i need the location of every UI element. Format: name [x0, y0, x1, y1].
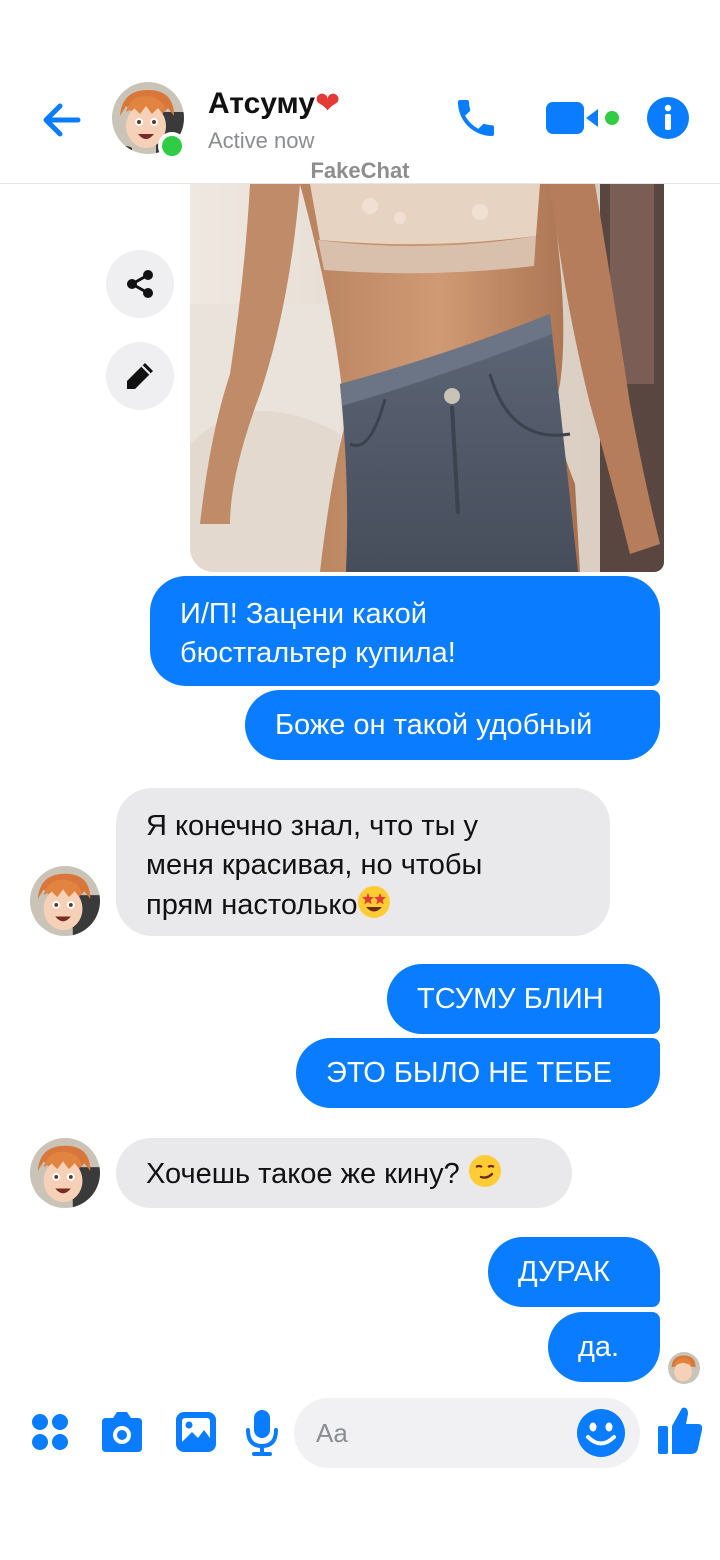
info-icon[interactable] [646, 96, 690, 140]
contact-avatar-small[interactable] [30, 1138, 100, 1208]
message-text-line: прям настолько [146, 889, 358, 921]
message-text: Боже он такой удобный [275, 709, 593, 741]
edit-button[interactable] [106, 342, 174, 410]
heart-emoji: ❤ [315, 87, 341, 120]
camera-icon[interactable] [98, 1410, 146, 1454]
outgoing-message[interactable]: ЭТО БЫЛО НЕ ТЕБЕ [296, 1038, 660, 1108]
smirk-emoji-icon [468, 1155, 501, 1187]
presence-status: Active now [208, 128, 315, 153]
photo-message[interactable] [190, 184, 664, 572]
watermark: FakeChat [310, 158, 410, 183]
mic-icon[interactable] [244, 1408, 280, 1456]
message-input[interactable] [316, 1398, 566, 1468]
phone-icon[interactable] [452, 94, 500, 142]
video-call-icon[interactable] [544, 100, 624, 136]
contact-avatar-small[interactable] [30, 866, 100, 936]
message-input-container[interactable] [294, 1398, 640, 1468]
share-icon [127, 270, 153, 298]
message-text: Хочешь такое же кину? [146, 1158, 468, 1190]
message-text: ТСУМУ БЛИН [417, 983, 604, 1015]
seen-receipt-avatar [668, 1352, 700, 1384]
apps-icon[interactable] [30, 1412, 70, 1452]
outgoing-message[interactable]: И/П! Зацени какой бюстгальтер купила! [150, 576, 660, 686]
incoming-message[interactable]: Хочешь такое же кину? [116, 1138, 572, 1208]
pencil-icon [127, 363, 153, 389]
message-text-line: бюстгальтер купила! [180, 637, 456, 669]
message-text-line: Я конечно знал, что ты у [146, 810, 479, 842]
emoji-icon[interactable] [576, 1408, 626, 1458]
back-arrow-icon[interactable] [38, 96, 86, 144]
outgoing-message[interactable]: да. [548, 1312, 660, 1382]
contact-name[interactable]: Атсуму❤ [208, 86, 340, 121]
contact-name-text: Атсуму [208, 87, 316, 120]
outgoing-message[interactable]: ТСУМУ БЛИН [387, 964, 660, 1034]
online-indicator [158, 132, 186, 160]
incoming-message[interactable]: Я конечно знал, что ты у меня красивая, … [116, 788, 610, 936]
share-button[interactable] [106, 250, 174, 318]
outgoing-message[interactable]: ДУРАК [488, 1237, 660, 1307]
message-text: да. [578, 1331, 620, 1363]
message-text-line: меня красивая, но чтобы [146, 849, 483, 881]
message-text-line: И/П! Зацени какой [180, 598, 427, 630]
message-text: ДУРАК [518, 1256, 611, 1288]
star-struck-emoji-icon [358, 886, 391, 918]
thumbs-up-icon[interactable] [656, 1404, 704, 1456]
gallery-icon[interactable] [174, 1410, 218, 1454]
message-text: ЭТО БЫЛО НЕ ТЕБЕ [326, 1057, 612, 1089]
outgoing-message[interactable]: Боже он такой удобный [245, 690, 660, 760]
chat-header: Атсуму❤ Active now FakeChat [0, 0, 720, 184]
